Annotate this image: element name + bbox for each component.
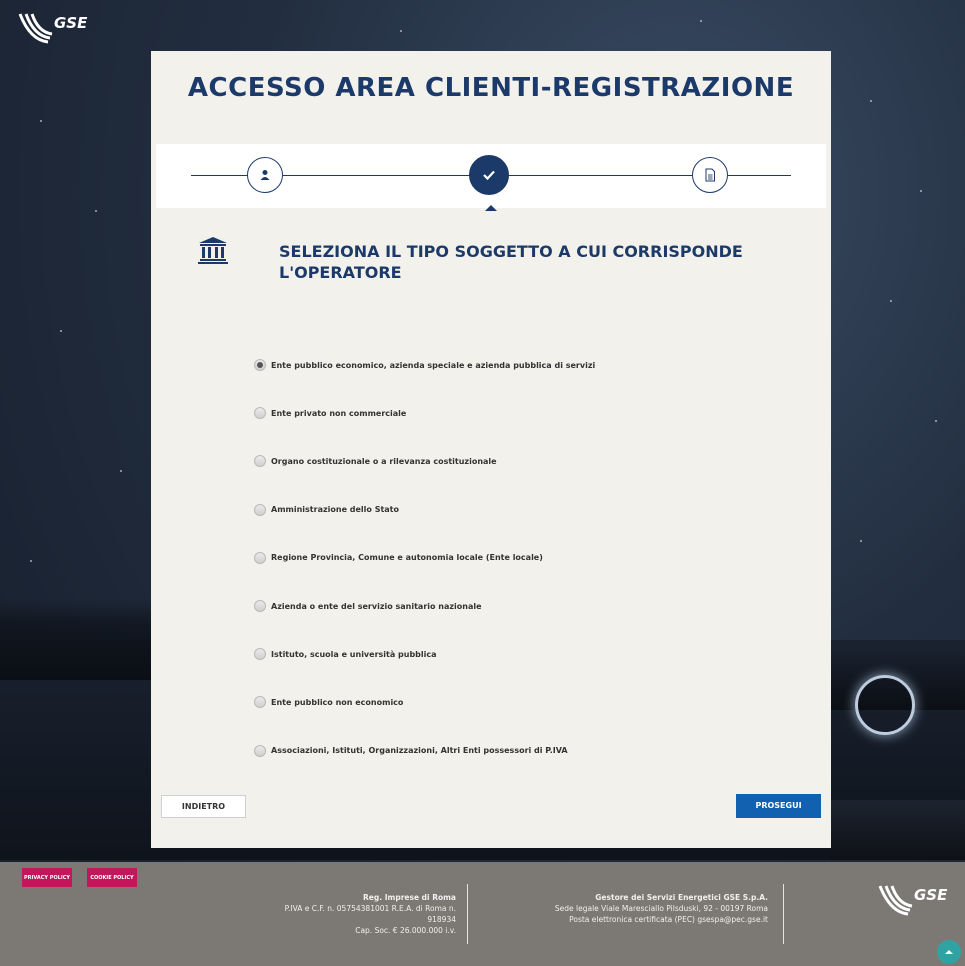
step-user[interactable] xyxy=(247,157,283,193)
page-title: ACCESSO AREA CLIENTI-REGISTRAZIONE xyxy=(187,73,795,103)
active-step-pointer xyxy=(485,205,497,211)
footer-company-line: Posta elettronica certificata (PEC) gses… xyxy=(569,915,768,924)
step-document[interactable] xyxy=(692,157,728,193)
radio-option[interactable]: Amministrazione dello Stato xyxy=(254,486,595,534)
star xyxy=(120,470,122,472)
radio-option[interactable]: Regione Provincia, Comune e autonomia lo… xyxy=(254,534,595,582)
cookie-policy-link[interactable]: COOKIE POLICY xyxy=(87,868,137,887)
footer-registry-line: 918934 xyxy=(427,915,456,924)
radio-button[interactable] xyxy=(254,455,266,468)
background-light-trail xyxy=(855,675,915,735)
subject-type-options: Ente pubblico economico, azienda special… xyxy=(254,341,595,775)
next-button[interactable]: PROSEGUI xyxy=(736,794,821,818)
radio-option[interactable]: Organo costituzionale o a rilevanza cost… xyxy=(254,437,595,485)
radio-option[interactable]: Ente pubblico economico, azienda special… xyxy=(254,341,595,389)
star xyxy=(870,100,872,102)
footer-company-head: Gestore dei Servizi Energetici GSE S.p.A… xyxy=(595,893,768,902)
radio-button[interactable] xyxy=(254,551,266,564)
gse-logo[interactable]: GSE xyxy=(18,10,88,46)
footer-company-info: Gestore dei Servizi Energetici GSE S.p.A… xyxy=(485,892,768,925)
footer-registry-line: Cap. Soc. € 26.000.000 i.v. xyxy=(355,926,456,935)
radio-option-label: Azienda o ente del servizio sanitario na… xyxy=(271,601,482,611)
radio-option-label: Ente privato non commerciale xyxy=(271,408,407,418)
star xyxy=(40,120,42,122)
radio-option[interactable]: Azienda o ente del servizio sanitario na… xyxy=(254,582,595,630)
institution-icon xyxy=(198,237,228,264)
footer-registry-info: Reg. Imprese di Roma P.IVA e C.F. n. 057… xyxy=(258,892,456,936)
radio-option-label: Amministrazione dello Stato xyxy=(271,505,399,515)
footer-divider xyxy=(467,884,468,944)
radio-button-selected[interactable] xyxy=(254,359,266,372)
star xyxy=(860,540,862,542)
radio-option-label: Organo costituzionale o a rilevanza cost… xyxy=(271,456,497,466)
user-icon xyxy=(260,170,270,180)
star xyxy=(935,420,937,422)
section-heading: SELEZIONA IL TIPO SOGGETTO A CUI CORRISP… xyxy=(279,242,743,282)
radio-button[interactable] xyxy=(254,696,266,709)
radio-option-label: Ente pubblico non economico xyxy=(271,697,404,707)
document-icon xyxy=(705,168,715,182)
footer-registry-line: P.IVA e C.F. n. 05754381001 R.E.A. di Ro… xyxy=(284,904,456,913)
check-icon xyxy=(483,170,495,181)
radio-button[interactable] xyxy=(254,600,266,613)
star xyxy=(920,190,922,192)
footer-company-line: Sede legale Viale Maresciallo Pilsduski,… xyxy=(554,904,768,913)
footer-registry-head: Reg. Imprese di Roma xyxy=(363,893,456,902)
radio-option[interactable]: Ente privato non commerciale xyxy=(254,389,595,437)
radio-option-label: Associazioni, Istituti, Organizzazioni, … xyxy=(271,746,568,756)
star xyxy=(30,560,32,562)
footer: PRIVACY POLICY COOKIE POLICY Reg. Impres… xyxy=(0,862,965,966)
svg-text:GSE: GSE xyxy=(54,14,88,32)
scroll-to-top-button[interactable] xyxy=(937,940,961,964)
radio-button[interactable] xyxy=(254,648,266,661)
star xyxy=(400,30,402,32)
radio-button[interactable] xyxy=(254,407,266,420)
radio-option[interactable]: Ente pubblico non economico xyxy=(254,678,595,726)
privacy-policy-link[interactable]: PRIVACY POLICY xyxy=(22,868,72,887)
radio-option-label: Regione Provincia, Comune e autonomia lo… xyxy=(271,553,543,563)
radio-dot xyxy=(257,362,263,369)
chevron-up-icon xyxy=(945,950,953,954)
footer-divider xyxy=(783,884,784,944)
star xyxy=(95,210,97,212)
star xyxy=(60,330,62,332)
star xyxy=(700,20,702,22)
radio-button[interactable] xyxy=(254,744,266,757)
step-check[interactable] xyxy=(469,155,509,195)
back-button[interactable]: INDIETRO xyxy=(161,795,246,818)
svg-text:GSE: GSE xyxy=(914,886,948,904)
background-dock xyxy=(830,800,965,860)
registration-card: ACCESSO AREA CLIENTI-REGISTRAZIONE SELEZ… xyxy=(151,51,831,848)
radio-option[interactable]: Istituto, scuola e università pubblica xyxy=(254,630,595,678)
radio-option-label: Ente pubblico economico, azienda special… xyxy=(271,360,596,370)
progress-stepper xyxy=(156,144,826,208)
radio-option[interactable]: Associazioni, Istituti, Organizzazioni, … xyxy=(254,727,595,775)
star xyxy=(890,300,892,302)
radio-option-label: Istituto, scuola e università pubblica xyxy=(271,649,437,659)
gse-footer-logo[interactable]: GSE xyxy=(878,882,948,918)
radio-button[interactable] xyxy=(254,503,266,516)
